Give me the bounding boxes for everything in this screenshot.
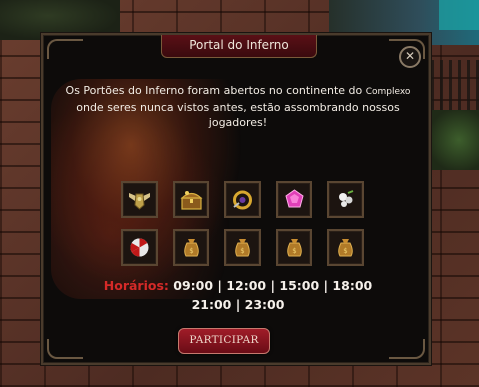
umbrella-shield-icon [130,238,149,257]
svg-text:$: $ [292,247,296,255]
reward-slot[interactable] [327,181,364,218]
frame-corner [47,339,83,359]
reward-slot[interactable]: $ [172,229,210,266]
golden-ring-icon [233,190,253,210]
gold-bag-icon: $ [287,239,302,257]
reward-slot[interactable] [172,181,210,218]
close-icon[interactable]: ✕ [399,46,421,68]
bush [429,110,479,170]
location-name: Complexo [365,87,411,97]
reward-slot[interactable]: $ [327,229,364,266]
schedule-times: 09:00 | 12:00 | 15:00 | 18:00 [173,278,373,293]
white-orb-cluster-icon [339,190,354,207]
reward-slot[interactable] [121,181,158,218]
frame-corner [389,339,425,359]
winged-armor-icon [129,193,150,210]
event-description: Os Portões do Inferno foram abertos no c… [63,83,413,130]
svg-text:$: $ [240,247,244,255]
reward-slot[interactable]: $ [275,229,313,266]
frame-corner [47,39,83,59]
reward-slot[interactable] [121,229,158,266]
reward-slot[interactable] [275,181,313,218]
schedule-times: 21:00 | 23:00 [191,297,285,312]
reward-slot[interactable] [224,181,261,218]
schedule: Horários: 09:00 | 12:00 | 15:00 | 18:00 … [63,276,413,314]
pink-gem-icon [285,189,304,208]
join-button[interactable]: PARTICIPAR [178,328,270,354]
dialog-title: Portal do Inferno [161,35,317,58]
schedule-label: Horários: [103,278,169,293]
reward-grid: $ $ $ $ [121,181,364,277]
water-pool [439,0,479,30]
gold-bag-icon: $ [338,239,354,257]
svg-text:$: $ [189,247,193,255]
gold-bag-icon: $ [183,239,199,257]
treasure-chest-icon [180,191,203,210]
message-text: onde seres nunca vistos antes, estão ass… [76,101,400,129]
event-dialog: Portal do Inferno ✕ Os Portões do Infern… [41,33,431,365]
svg-text:$: $ [344,247,348,255]
gold-bag-icon: $ [235,239,250,257]
reward-slot[interactable]: $ [224,229,261,266]
message-text: Os Portões do Inferno foram abertos no c… [65,84,366,97]
